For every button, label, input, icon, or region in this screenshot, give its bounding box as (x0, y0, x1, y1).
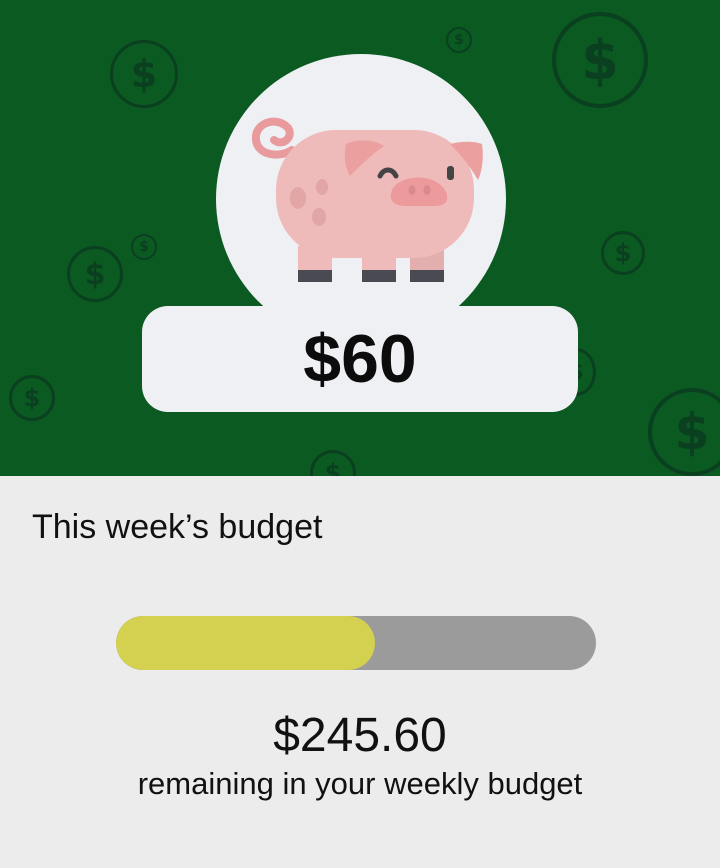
dollar-coin-icon: $ (446, 27, 472, 53)
dollar-coin-icon: $ (601, 231, 645, 275)
dollar-coin-icon: $ (67, 246, 123, 302)
section-title: This week’s budget (32, 508, 323, 546)
dollar-coin-icon: $ (9, 375, 55, 421)
hero-banner: $ $ $ $ $ $ $ $ $ $ $60 (0, 0, 720, 476)
budget-progress-bar (116, 616, 596, 670)
dollar-coin-icon: $ (648, 388, 720, 476)
remaining-caption: remaining in your weekly budget (137, 766, 583, 801)
piggy-balance-amount: $60 (303, 321, 417, 397)
piggy-balance-card: $60 (142, 306, 578, 412)
dollar-coin-icon: $ (310, 450, 356, 476)
dollar-coin-icon: $ (131, 234, 157, 260)
dollar-coin-icon: $ (110, 40, 178, 108)
budget-progress-fill (116, 616, 376, 670)
piggy-bank-icon (251, 117, 483, 282)
dollar-coin-icon: $ (552, 12, 648, 108)
remaining-amount: $245.60 (273, 709, 447, 762)
